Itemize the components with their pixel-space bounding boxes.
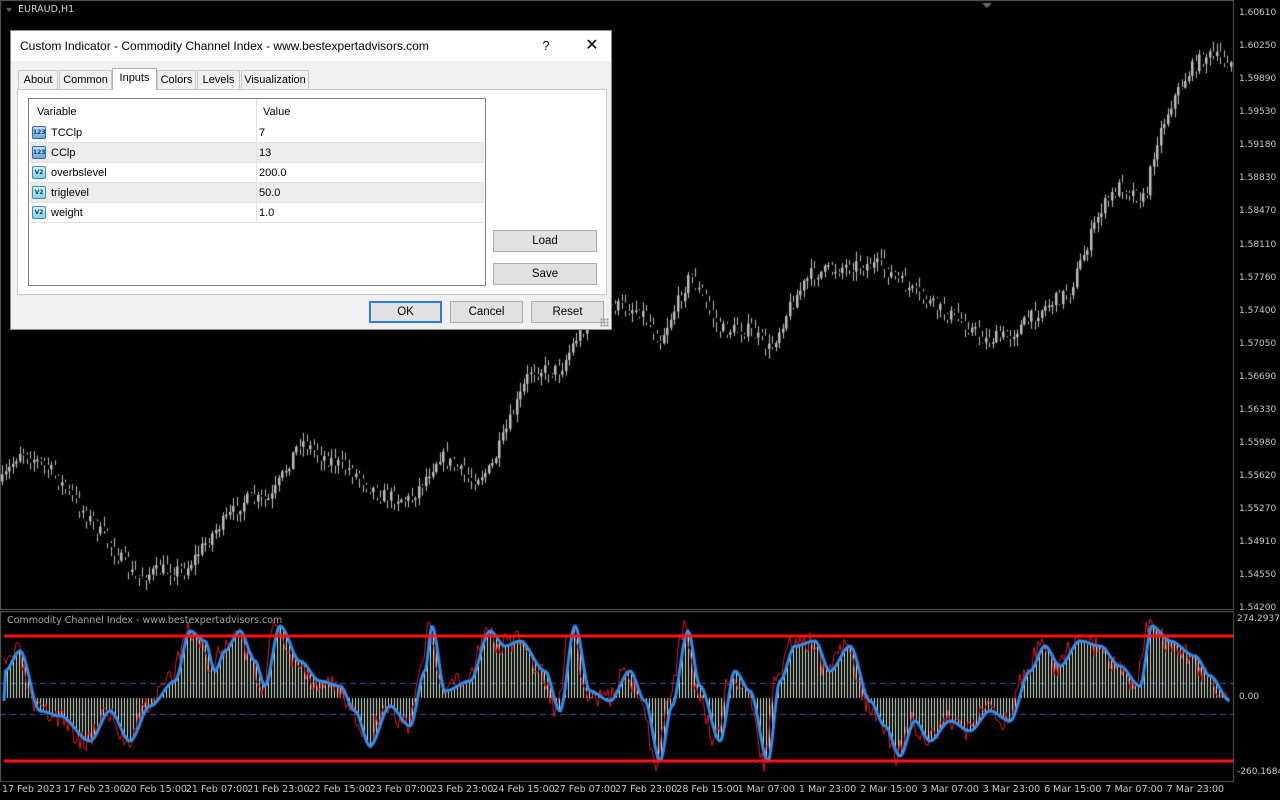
- table-row[interactable]: V2 weight 1.0: [30, 203, 484, 223]
- price-axis-label: 1.58110: [1239, 239, 1277, 250]
- price-axis-label: 1.59890: [1239, 74, 1277, 85]
- time-axis-label: 1 Mar 07:00: [737, 784, 795, 795]
- save-button[interactable]: Save: [493, 263, 597, 285]
- time-axis-label: 3 Mar 23:00: [982, 784, 1041, 795]
- time-axis-label: 28 Feb 15:00: [676, 784, 739, 795]
- price-axis-label: 1.57760: [1239, 272, 1277, 283]
- price-axis-label: 1.54550: [1239, 570, 1277, 581]
- time-axis-label: 7 Mar 23:00: [1166, 784, 1225, 795]
- time-axis-label: 21 Feb 23:00: [247, 784, 310, 795]
- price-axis-label: 1.58830: [1239, 173, 1277, 184]
- input-value[interactable]: 50.0: [259, 187, 280, 199]
- time-axis-label: 17 Feb 23:00: [63, 784, 126, 795]
- input-name: triglevel: [51, 187, 89, 199]
- price-axis-label: 1.55270: [1239, 504, 1277, 515]
- tab-visualization[interactable]: Visualization: [241, 70, 309, 89]
- int-icon: 123: [32, 146, 46, 159]
- tab-colors[interactable]: Colors: [157, 70, 196, 89]
- cancel-button[interactable]: Cancel: [450, 301, 523, 323]
- close-button[interactable]: ✕: [577, 35, 607, 57]
- time-axis-label: 2 Mar 15:00: [860, 784, 918, 795]
- input-value[interactable]: 7: [259, 127, 265, 139]
- inputs-table-header: Variable Value: [29, 99, 485, 123]
- indicator-axis-label: -260.1684: [1237, 767, 1280, 777]
- price-axis-label: 1.56330: [1239, 404, 1277, 415]
- time-axis-label: 27 Feb 23:00: [615, 784, 678, 795]
- column-value[interactable]: Value: [263, 106, 290, 118]
- custom-indicator-dialog: Custom Indicator - Commodity Channel Ind…: [10, 30, 612, 330]
- tab-inputs[interactable]: Inputs: [112, 68, 157, 90]
- price-axis-label: 1.54910: [1239, 537, 1277, 548]
- double-icon: V2: [32, 166, 46, 179]
- time-axis-label: 7 Mar 07:00: [1105, 784, 1163, 795]
- column-variable[interactable]: Variable: [37, 106, 77, 118]
- time-axis-label: 6 Mar 15:00: [1044, 784, 1102, 795]
- price-axis-label: 1.59180: [1239, 140, 1277, 151]
- dialog-title-bar[interactable]: Custom Indicator - Commodity Channel Ind…: [11, 31, 611, 61]
- price-axis-label: 1.58470: [1239, 206, 1277, 217]
- cci-indicator-chart[interactable]: [0, 611, 1280, 800]
- inputs-table: Variable Value 123 TCClp 7 123 CClp 13 V…: [28, 98, 486, 286]
- ok-button[interactable]: OK: [369, 301, 442, 323]
- time-axis-label: 23 Feb 23:00: [431, 784, 494, 795]
- price-axis-label: 1.56690: [1239, 371, 1277, 382]
- indicator-axis-label: 274.2937: [1237, 614, 1280, 624]
- price-axis-label: 1.57050: [1239, 338, 1277, 349]
- time-axis-label: 27 Feb 07:00: [553, 784, 617, 795]
- input-value[interactable]: 13: [259, 147, 271, 159]
- time-axis-label: 3 Mar 07:00: [921, 784, 979, 795]
- price-axis-label: 1.60250: [1239, 41, 1277, 52]
- price-axis-label: 1.59530: [1239, 107, 1277, 118]
- input-name: weight: [51, 207, 83, 219]
- input-value[interactable]: 200.0: [259, 167, 287, 179]
- input-value[interactable]: 1.0: [259, 207, 274, 219]
- time-axis-label: 23 Feb 07:00: [369, 784, 433, 795]
- double-icon: V2: [32, 186, 46, 199]
- price-axis-label: 1.55620: [1239, 471, 1277, 482]
- tab-levels[interactable]: Levels: [197, 70, 240, 89]
- chart-symbol-label: EURAUD,H1: [18, 4, 75, 15]
- input-name: overbslevel: [51, 167, 107, 179]
- time-axis-label: 1 Mar 23:00: [798, 784, 857, 795]
- dialog-title: Custom Indicator - Commodity Channel Ind…: [20, 39, 429, 53]
- load-button[interactable]: Load: [493, 230, 597, 252]
- help-button[interactable]: ?: [531, 36, 561, 56]
- price-axis-label: 1.54200: [1239, 603, 1277, 614]
- price-axis-label: 1.57400: [1239, 305, 1277, 316]
- tab-about[interactable]: About: [18, 70, 58, 89]
- table-row[interactable]: 123 CClp 13: [30, 143, 484, 163]
- price-axis-label: 1.55980: [1239, 438, 1277, 449]
- int-icon: 123: [32, 126, 46, 139]
- reset-button[interactable]: Reset: [531, 301, 604, 323]
- resize-grip-icon[interactable]: [600, 318, 609, 327]
- time-axis-label: 20 Feb 15:00: [124, 784, 187, 795]
- input-name: CClp: [51, 147, 76, 159]
- double-icon: V2: [32, 206, 46, 219]
- time-axis-label: 21 Feb 07:00: [185, 784, 249, 795]
- indicator-axis-label: 0.00: [1239, 692, 1260, 702]
- time-axis-label: 24 Feb 15:00: [492, 784, 555, 795]
- time-axis-label: 22 Feb 15:00: [308, 784, 371, 795]
- table-row[interactable]: V2 overbslevel 200.0: [30, 163, 484, 183]
- tab-common[interactable]: Common: [59, 70, 112, 89]
- indicator-title: Commodity Channel Index - www.bestexpert…: [7, 615, 283, 626]
- table-row[interactable]: V2 triglevel 50.0: [30, 183, 484, 203]
- price-axis-label: 1.60610: [1239, 8, 1277, 18]
- time-axis-label: 17 Feb 2023: [2, 784, 62, 795]
- input-name: TCClp: [51, 127, 83, 139]
- table-row[interactable]: 123 TCClp 7: [30, 123, 484, 143]
